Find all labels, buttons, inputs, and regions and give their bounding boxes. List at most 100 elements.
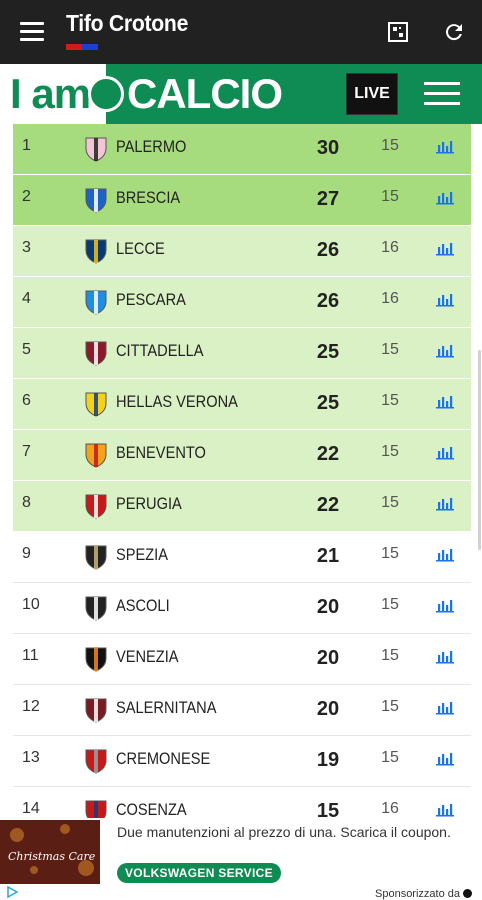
points-cell: 30	[316, 137, 340, 159]
team-name[interactable]: HELLAS VERONA	[116, 392, 238, 412]
stats-chart-icon[interactable]	[435, 138, 455, 154]
stats-chart-icon[interactable]	[435, 546, 455, 562]
points-cell: 26	[316, 290, 340, 312]
live-button[interactable]: LIVE	[346, 73, 398, 115]
table-row[interactable]: 6 HELLAS VERONA 25 15	[13, 379, 471, 430]
sponsor-logo-icon	[463, 889, 472, 898]
sponsored-text: Sponsorizzato da	[375, 888, 460, 900]
qr-scan-icon[interactable]	[388, 22, 408, 42]
lecce-crest-icon	[85, 239, 107, 264]
stats-chart-icon[interactable]	[435, 699, 455, 715]
ad-banner[interactable]: Christmas Care Due manutenzioni al prezz…	[0, 818, 482, 900]
games-played-cell: 16	[381, 290, 399, 307]
scrollbar[interactable]	[478, 350, 481, 550]
table-row[interactable]: 1 PALERMO 30 15	[13, 124, 471, 175]
stats-chart-icon[interactable]	[435, 189, 455, 205]
hellas-verona-crest-icon	[85, 392, 107, 417]
stats-chart-icon[interactable]	[435, 597, 455, 613]
position-cell: 2	[22, 188, 31, 205]
points-cell: 20	[316, 596, 340, 618]
team-name[interactable]: COSENZA	[116, 800, 187, 820]
table-row[interactable]: 4 PESCARA 26 16	[13, 277, 471, 328]
table-row[interactable]: 3 LECCE 26 16	[13, 226, 471, 277]
stats-chart-icon[interactable]	[435, 444, 455, 460]
games-played-cell: 15	[381, 188, 399, 205]
games-played-cell: 15	[381, 596, 399, 613]
position-cell: 12	[22, 698, 40, 715]
logo-text-calcio: CALCIO	[127, 70, 283, 117]
position-cell: 11	[22, 647, 39, 664]
sponsored-label: Sponsorizzato da	[375, 888, 472, 900]
team-name[interactable]: CITTADELLA	[116, 341, 203, 361]
cremonese-crest-icon	[85, 749, 107, 774]
team-name[interactable]: SPEZIA	[116, 545, 168, 565]
hamburger-menu-icon[interactable]	[20, 22, 44, 42]
team-name[interactable]: PERUGIA	[116, 494, 182, 514]
games-played-cell: 15	[381, 443, 399, 460]
table-row[interactable]: 12 SALERNITANA 20 15	[13, 685, 471, 736]
ad-choices-icon[interactable]	[6, 886, 18, 898]
team-name[interactable]: VENEZIA	[116, 647, 179, 667]
team-name[interactable]: CREMONESE	[116, 749, 210, 769]
table-row[interactable]: 2 BRESCIA 27 15	[13, 175, 471, 226]
table-row[interactable]: 5 CITTADELLA 25 15	[13, 328, 471, 379]
games-played-cell: 15	[381, 545, 399, 562]
table-row[interactable]: 8 PERUGIA 22 15	[13, 481, 471, 532]
ad-cta-button[interactable]: VOLKSWAGEN SERVICE	[117, 863, 281, 883]
site-banner: I am CALCIO LIVE	[0, 64, 482, 124]
games-played-cell: 15	[381, 698, 399, 715]
position-cell: 6	[22, 392, 31, 409]
position-cell: 1	[22, 137, 31, 154]
table-row[interactable]: 10 ASCOLI 20 15	[13, 583, 471, 634]
salernitana-crest-icon	[85, 698, 107, 723]
ascoli-crest-icon	[85, 596, 107, 621]
table-row[interactable]: 13 CREMONESE 19 15	[13, 736, 471, 787]
team-name[interactable]: LECCE	[116, 239, 165, 259]
football-logo-icon	[88, 76, 124, 112]
games-played-cell: 15	[381, 494, 399, 511]
table-row[interactable]: 9 SPEZIA 21 15	[13, 532, 471, 583]
stats-chart-icon[interactable]	[435, 342, 455, 358]
team-name[interactable]: ASCOLI	[116, 596, 170, 616]
spezia-crest-icon	[85, 545, 107, 570]
games-played-cell: 15	[381, 647, 399, 664]
team-name[interactable]: PESCARA	[116, 290, 186, 310]
points-cell: 26	[316, 239, 340, 261]
stats-chart-icon[interactable]	[435, 648, 455, 664]
position-cell: 7	[22, 443, 31, 460]
points-cell: 27	[316, 188, 340, 210]
team-name[interactable]: BRESCIA	[116, 188, 180, 208]
position-cell: 14	[22, 800, 40, 817]
app-bar: Tifo Crotone	[0, 0, 482, 64]
ad-text[interactable]: Due manutenzioni al prezzo di una. Scari…	[117, 824, 457, 841]
brescia-crest-icon	[85, 188, 107, 213]
team-name[interactable]: SALERNITANA	[116, 698, 216, 718]
position-cell: 3	[22, 239, 31, 256]
stats-chart-icon[interactable]	[435, 240, 455, 256]
stats-chart-icon[interactable]	[435, 291, 455, 307]
games-played-cell: 15	[381, 137, 399, 154]
stats-chart-icon[interactable]	[435, 750, 455, 766]
ad-image[interactable]: Christmas Care	[0, 820, 100, 884]
team-name[interactable]: PALERMO	[116, 137, 186, 157]
stats-chart-icon[interactable]	[435, 801, 455, 817]
palermo-crest-icon	[85, 137, 107, 162]
standings-table: 1 PALERMO 30 15 2 BRESCIA 27 15 3 LECCE 26 16 4 PESCA…	[13, 124, 471, 838]
position-cell: 9	[22, 545, 31, 562]
table-row[interactable]: 11 VENEZIA 20 15	[13, 634, 471, 685]
pescara-crest-icon	[85, 290, 107, 315]
position-cell: 5	[22, 341, 31, 358]
stats-chart-icon[interactable]	[435, 495, 455, 511]
stats-chart-icon[interactable]	[435, 393, 455, 409]
team-name[interactable]: BENEVENTO	[116, 443, 206, 463]
perugia-crest-icon	[85, 494, 107, 519]
venezia-crest-icon	[85, 647, 107, 672]
points-cell: 25	[316, 341, 340, 363]
refresh-icon[interactable]	[442, 20, 466, 44]
table-row[interactable]: 7 BENEVENTO 22 15	[13, 430, 471, 481]
site-menu-icon[interactable]	[424, 82, 460, 106]
benevento-crest-icon	[85, 443, 107, 468]
points-cell: 20	[316, 698, 340, 720]
app-title: Tifo Crotone	[66, 10, 189, 36]
position-cell: 8	[22, 494, 31, 511]
